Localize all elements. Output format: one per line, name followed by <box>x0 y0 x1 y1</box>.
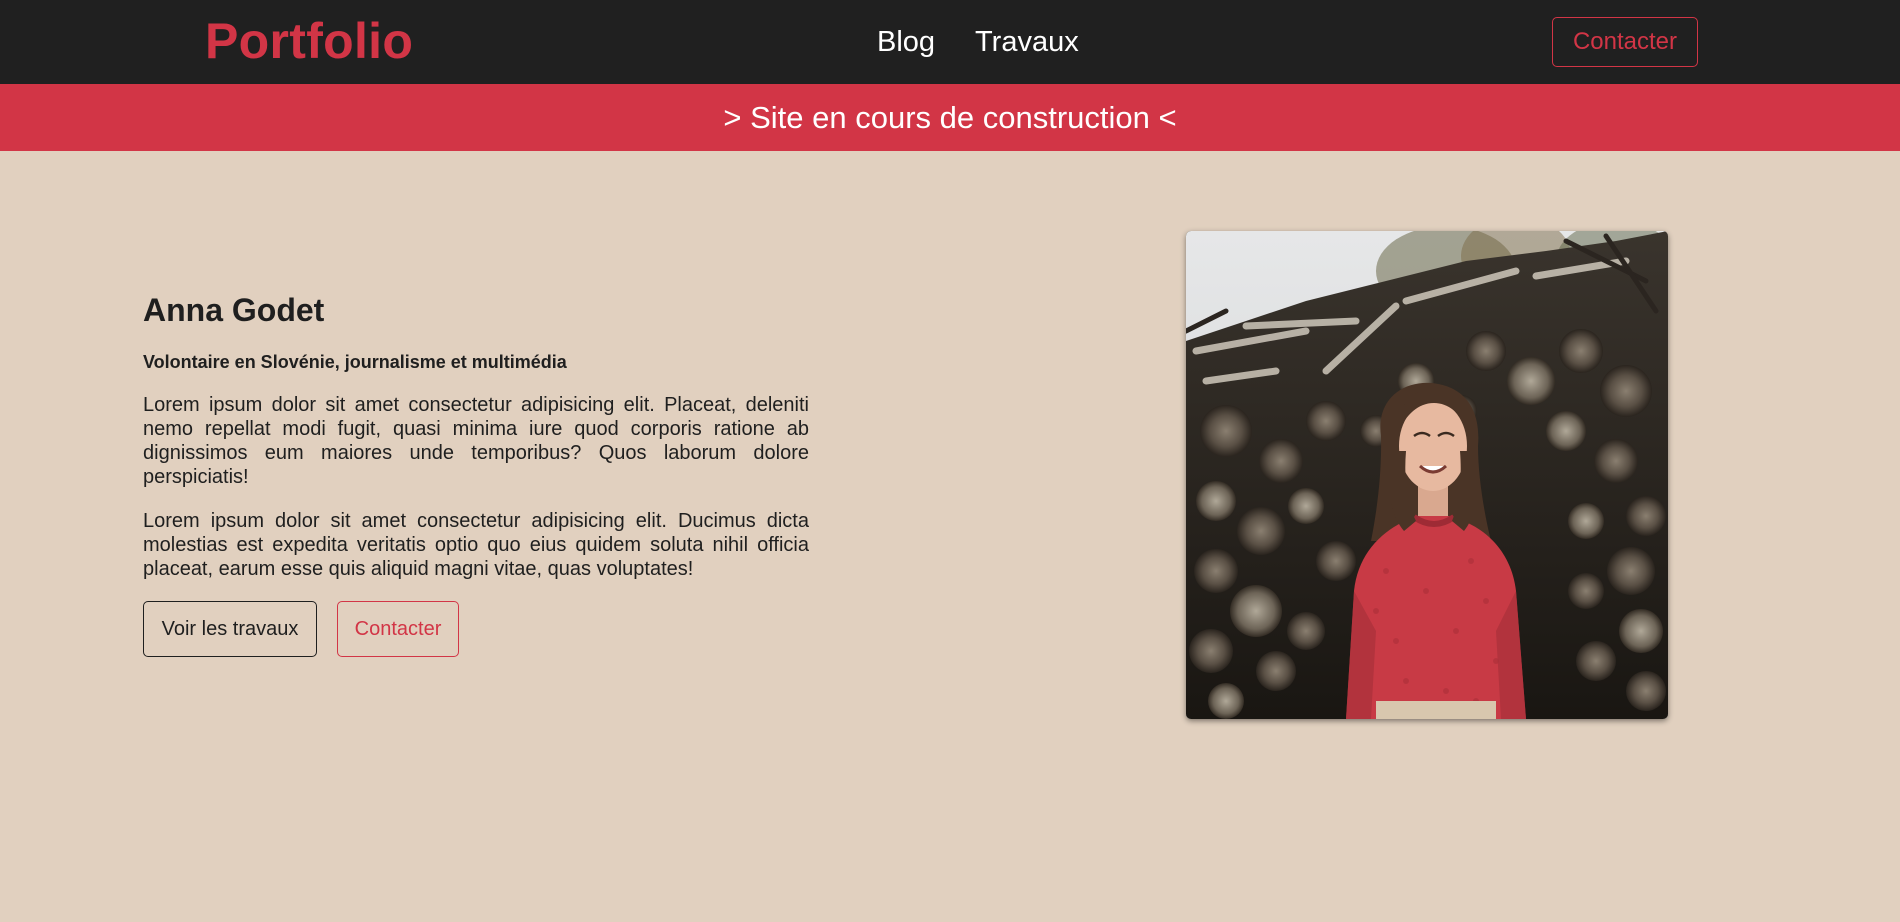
header-contact-button[interactable]: Contacter <box>1552 17 1698 67</box>
portrait-photo <box>1186 231 1668 719</box>
person-name: Anna Godet <box>143 292 325 328</box>
portrait-image <box>1186 231 1668 719</box>
main-nav: Blog Travaux <box>877 22 1079 62</box>
intro-section: Anna Godet Volontaire en Slovénie, journ… <box>143 290 809 657</box>
brand-logo-link[interactable]: Portfolio <box>205 13 413 69</box>
nav-link-blog[interactable]: Blog <box>877 22 935 62</box>
intro-paragraph-1: Lorem ipsum dolor sit amet consectetur a… <box>143 394 809 488</box>
nav-link-travaux[interactable]: Travaux <box>975 22 1079 62</box>
person-subtitle: Volontaire en Slovénie, journalisme et m… <box>143 352 567 372</box>
intro-paragraph-2: Lorem ipsum dolor sit amet consectetur a… <box>143 510 809 580</box>
top-navbar: Portfolio Blog Travaux Contacter <box>0 0 1900 84</box>
construction-banner: > Site en cours de construction < <box>0 84 1900 151</box>
construction-banner-text: > Site en cours de construction < <box>723 99 1177 135</box>
contact-button[interactable]: Contacter <box>337 601 459 657</box>
intro-actions: Voir les travaux Contacter <box>143 601 809 657</box>
view-works-button[interactable]: Voir les travaux <box>143 601 317 657</box>
